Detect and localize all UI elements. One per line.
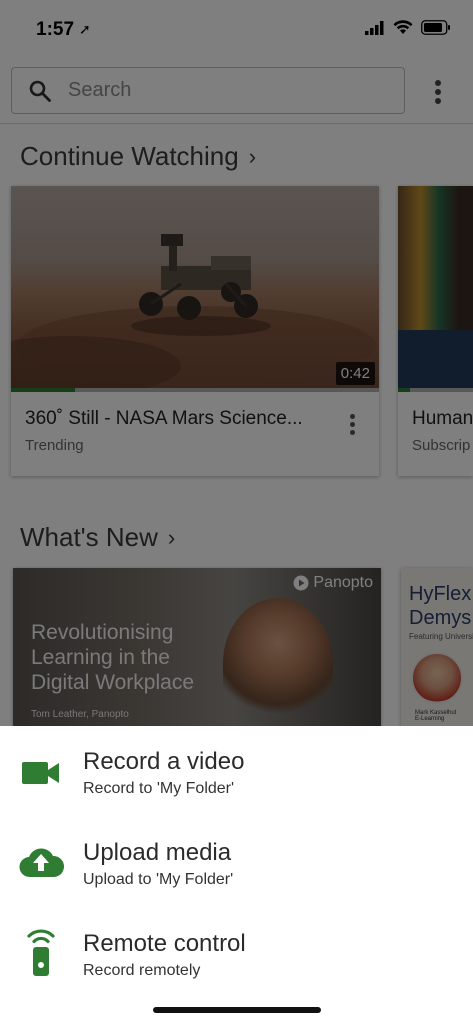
- home-indicator: [153, 1007, 321, 1013]
- record-video-subtitle: Record to 'My Folder': [83, 780, 235, 797]
- record-video-option[interactable]: Record a video Record to 'My Folder': [0, 748, 473, 828]
- upload-media-option[interactable]: Upload media Upload to 'My Folder': [0, 839, 473, 919]
- remote-control-icon: [18, 929, 64, 976]
- remote-control-subtitle: Record remotely: [83, 962, 201, 979]
- cloud-upload-icon: [18, 839, 64, 885]
- upload-media-subtitle: Upload to 'My Folder': [83, 871, 234, 888]
- action-sheet: Record a video Record to 'My Folder' Upl…: [0, 726, 473, 1024]
- remote-control-option[interactable]: Remote control Record remotely: [0, 929, 473, 1010]
- video-camera-icon: [18, 750, 64, 796]
- modal-scrim[interactable]: [0, 0, 473, 726]
- remote-control-title: Remote control: [83, 930, 246, 957]
- record-video-title: Record a video: [83, 748, 245, 775]
- upload-media-title: Upload media: [83, 839, 232, 866]
